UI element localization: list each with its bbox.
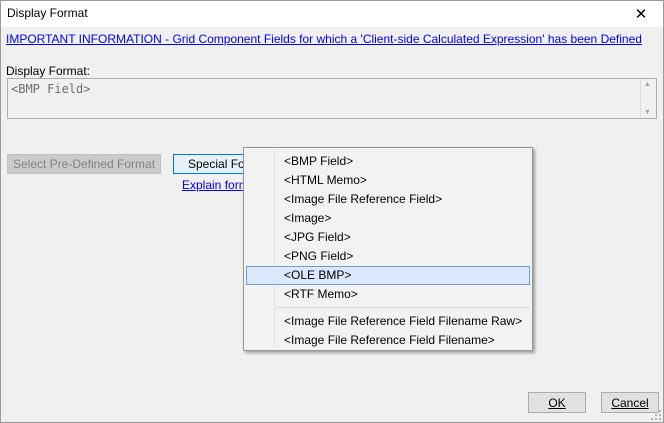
display-format-value: <BMP Field> xyxy=(11,82,91,96)
close-icon[interactable]: ✕ xyxy=(619,1,663,27)
menu-item-rtf-memo[interactable]: <RTF Memo> xyxy=(246,285,530,304)
scroll-down-icon[interactable]: ▼ xyxy=(644,109,651,116)
cancel-button-label: Cancel xyxy=(611,395,649,410)
special-formats-button[interactable]: Special Formats xyxy=(173,154,251,174)
menu-item-image-file-reference-field-filename[interactable]: <Image File Reference Field Filename> xyxy=(246,331,530,350)
menu-item-image-file-reference-field-filename-raw[interactable]: <Image File Reference Field Filename Raw… xyxy=(246,312,530,331)
select-predefined-format-button: Select Pre-Defined Format xyxy=(7,154,161,174)
scroll-up-icon[interactable]: ▲ xyxy=(644,81,651,88)
display-format-label: Display Format: xyxy=(6,64,91,78)
menu-item-image-file-reference-field[interactable]: <Image File Reference Field> xyxy=(246,190,530,209)
ok-button[interactable]: OK xyxy=(528,392,586,413)
ok-button-label: OK xyxy=(548,395,566,410)
menu-item-html-memo[interactable]: <HTML Memo> xyxy=(246,171,530,190)
menu-item-png-field[interactable]: <PNG Field> xyxy=(246,247,530,266)
menu-item-ole-bmp[interactable]: <OLE BMP> xyxy=(246,266,530,285)
window-title: Display Format xyxy=(7,6,88,20)
menu-item-bmp-field[interactable]: <BMP Field> xyxy=(246,152,530,171)
menu-item-image[interactable]: <Image> xyxy=(246,209,530,228)
menu-item-jpg-field[interactable]: <JPG Field> xyxy=(246,228,530,247)
explain-formats-link[interactable]: Explain formats xyxy=(182,178,246,192)
special-formats-menu: <BMP Field> <HTML Memo> <Image File Refe… xyxy=(243,147,533,351)
resize-grip-icon[interactable] xyxy=(651,410,661,420)
menu-separator xyxy=(276,307,530,308)
important-information-link[interactable]: IMPORTANT INFORMATION - Grid Component F… xyxy=(6,32,642,46)
display-format-scrollbar[interactable]: ▲ ▼ xyxy=(640,79,656,118)
title-bar: Display Format ✕ xyxy=(1,1,663,27)
display-format-field[interactable]: <BMP Field> ▲ ▼ xyxy=(7,78,657,119)
